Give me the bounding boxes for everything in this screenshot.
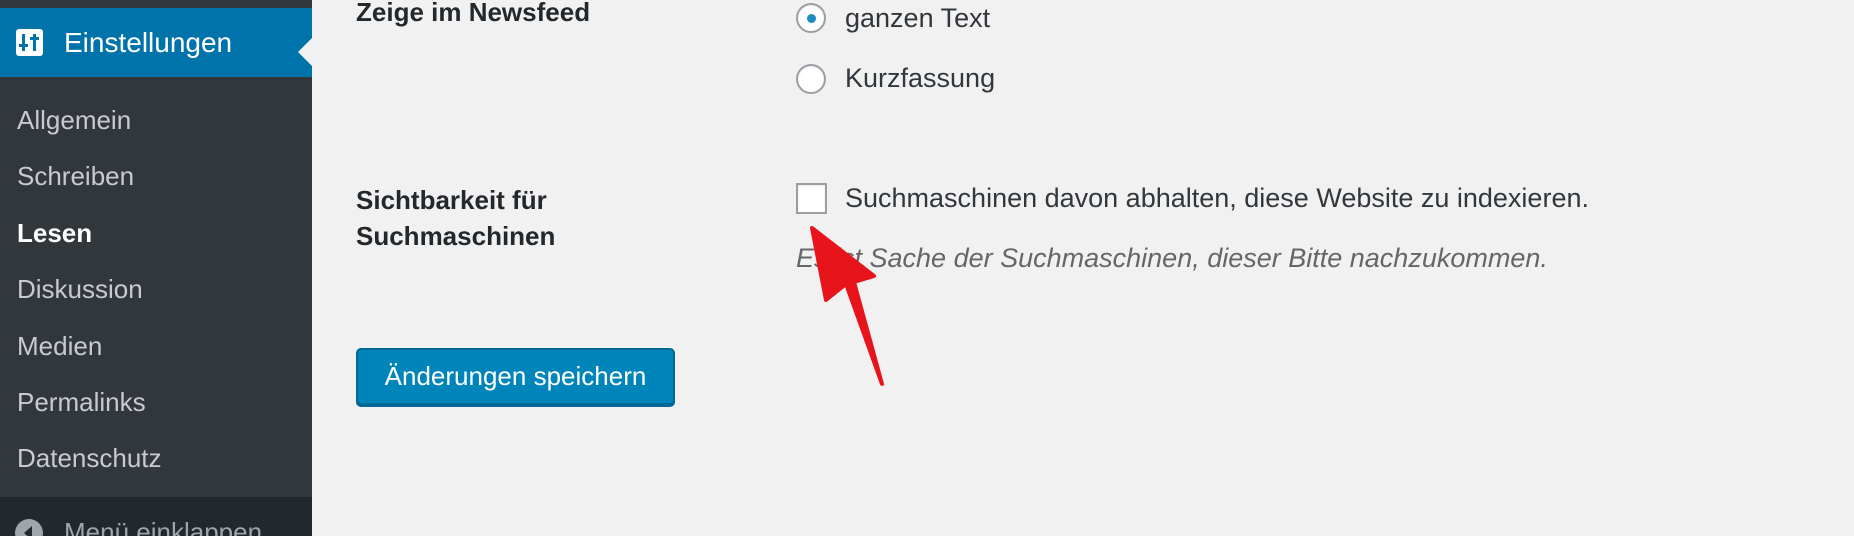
current-menu-pointer: [298, 38, 312, 66]
sidebar-item-datenschutz[interactable]: Datenschutz: [17, 443, 162, 473]
menu-item-einstellungen[interactable]: Einstellungen: [0, 8, 312, 77]
collapse-menu-label: Menü einklappen: [64, 517, 263, 536]
settings-submenu: Allgemein Schreiben Lesen Diskussion Med…: [0, 77, 312, 497]
red-pointer-arrow-icon: [810, 226, 884, 386]
radio-full-text[interactable]: [796, 3, 826, 33]
admin-sidebar: Einstellungen Allgemein Schreiben Lesen …: [0, 0, 312, 536]
radio-summary-label[interactable]: Kurzfassung: [845, 62, 995, 94]
collapse-menu-button[interactable]: Menü einklappen: [0, 497, 312, 536]
sidebar-top-strip: [0, 0, 312, 8]
sidebar-item-permalinks[interactable]: Permalinks: [17, 387, 146, 417]
sidebar-item-diskussion[interactable]: Diskussion: [17, 274, 143, 304]
newsfeed-row-label: Zeige im Newsfeed: [356, 0, 591, 27]
discourage-search-engines-checkbox[interactable]: [796, 183, 827, 214]
radio-checked-dot: [807, 14, 816, 23]
radio-full-text-label[interactable]: ganzen Text: [845, 2, 990, 34]
sidebar-item-schreiben[interactable]: Schreiben: [17, 161, 134, 191]
search-visibility-label-line1: Sichtbarkeit für: [356, 185, 547, 215]
search-visibility-description: Es ist Sache der Suchmaschinen, dieser B…: [796, 243, 1548, 273]
sidebar-item-allgemein[interactable]: Allgemein: [17, 105, 131, 135]
radio-summary[interactable]: [796, 64, 826, 94]
sidebar-item-lesen[interactable]: Lesen: [17, 218, 92, 248]
search-visibility-label-line2: Suchmaschinen: [356, 221, 556, 251]
sidebar-item-medien[interactable]: Medien: [17, 331, 102, 361]
save-changes-button[interactable]: Änderungen speichern: [356, 348, 675, 405]
settings-sliders-icon: [16, 29, 43, 56]
collapse-arrow-icon: [15, 519, 43, 536]
discourage-search-engines-label[interactable]: Suchmaschinen davon abhalten, diese Webs…: [845, 182, 1589, 214]
menu-head-label: Einstellungen: [64, 27, 233, 58]
